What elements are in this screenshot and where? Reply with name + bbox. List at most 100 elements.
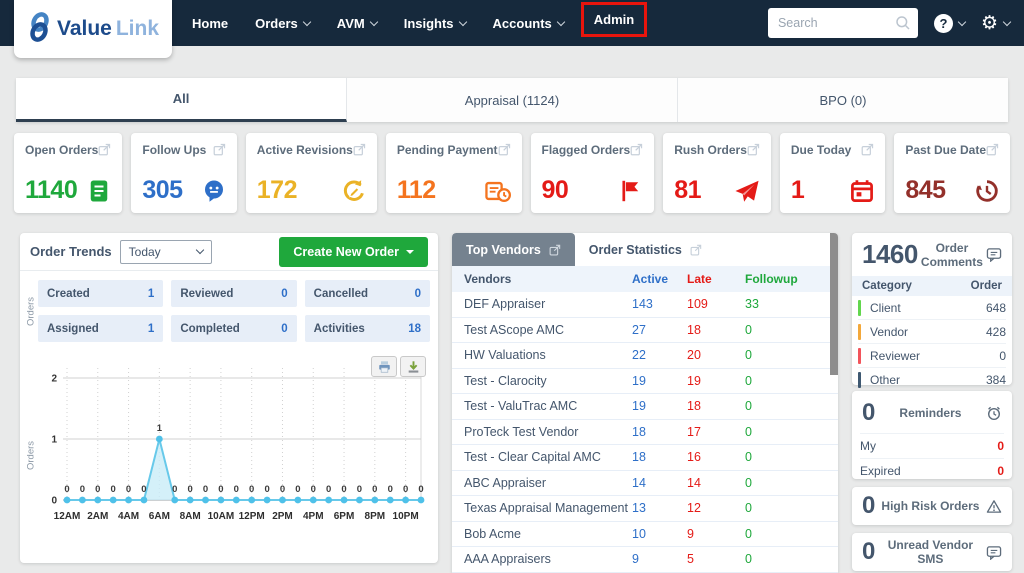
- stat-card[interactable]: Pending Payment 112: [385, 133, 522, 213]
- trend-pill-value: 0: [281, 287, 288, 300]
- vendor-late-cell: 17: [687, 424, 701, 439]
- vendor-row[interactable]: Test - ValuTrac AMC 19 18 0: [452, 394, 838, 420]
- x-tick-label: 10AM: [208, 511, 235, 522]
- nav-item-accounts[interactable]: Accounts: [493, 16, 566, 31]
- help-menu[interactable]: ?: [933, 13, 967, 33]
- stat-card-value: 305: [142, 176, 183, 204]
- period-select[interactable]: Today: [119, 239, 212, 264]
- valuelink-logo[interactable]: Value Link: [14, 0, 172, 58]
- stat-card[interactable]: Rush Orders 81: [663, 133, 771, 213]
- vendor-row[interactable]: Test AScope AMC 27 18 0: [452, 318, 838, 343]
- vendor-row[interactable]: ABC Appraiser 14 14 0: [452, 471, 838, 496]
- col-vendors: Vendors: [464, 272, 512, 286]
- tab-all[interactable]: All: [16, 78, 347, 122]
- search-box: [767, 8, 918, 38]
- vendor-row[interactable]: Test - Clarocity 19 19 0: [452, 369, 838, 394]
- vendor-late-cell: 19: [687, 373, 701, 388]
- external-link-icon[interactable]: [353, 143, 366, 161]
- data-point: [340, 496, 348, 504]
- trend-pill-label: Created: [47, 287, 90, 300]
- vendor-row[interactable]: HW Valuations 22 20 0: [452, 343, 838, 369]
- trend-pill: Completed 0: [171, 315, 297, 342]
- tab-top-vendors[interactable]: Top Vendors: [452, 233, 575, 266]
- stat-card-value: 1140: [25, 176, 78, 204]
- vendor-active-cell: 14: [632, 475, 646, 490]
- settings-menu[interactable]: ⚙: [980, 11, 1012, 34]
- vendor-active-cell: 19: [632, 399, 646, 414]
- comment-category-row: Reviewer 0: [858, 344, 1006, 368]
- data-point-label: 0: [295, 484, 300, 495]
- external-link-icon[interactable]: [98, 143, 111, 161]
- vendor-row[interactable]: DEF Appraiser 143 109 33: [452, 292, 838, 318]
- chart-y-axis-label: Orders: [25, 440, 37, 470]
- vendor-followup-cell: 0: [745, 475, 752, 490]
- vendor-row[interactable]: Texas Appraisal Management 13 12 0: [452, 496, 838, 522]
- search-icon[interactable]: [895, 15, 911, 36]
- stat-card[interactable]: Flagged Orders 90: [530, 133, 655, 213]
- trend-pill-value: 1: [147, 322, 155, 335]
- reminders-expired-row: Expired 0: [860, 458, 1004, 483]
- nav-item-home[interactable]: Home: [192, 16, 228, 31]
- chevron-down-icon: [458, 17, 467, 26]
- data-point-label: 0: [326, 484, 331, 495]
- download-chart-button[interactable]: [400, 356, 426, 377]
- data-point-label: 0: [280, 484, 285, 495]
- vendor-row[interactable]: AAA Appraisers 9 5 0: [452, 547, 838, 573]
- vendor-row[interactable]: ProTeck Test Vendor 18 17 0: [452, 420, 838, 445]
- vendor-name-cell: Bob Acme: [464, 526, 521, 541]
- unread-vendor-sms-widget[interactable]: 0 Unread Vendor SMS: [852, 533, 1012, 571]
- tab-appraisal[interactable]: Appraisal (1124): [347, 78, 678, 122]
- vendor-active-cell: 18: [632, 424, 646, 439]
- stat-card[interactable]: Past Due Date 845: [894, 133, 1011, 213]
- vendor-name-cell: ABC Appraiser: [464, 475, 546, 490]
- high-risk-orders-widget[interactable]: 0 High Risk Orders: [852, 487, 1012, 525]
- stat-card-title: Follow Ups: [142, 143, 207, 157]
- trend-pill-label: Reviewed: [180, 287, 234, 300]
- stat-card[interactable]: Follow Ups 305: [131, 133, 237, 213]
- print-chart-button[interactable]: [371, 356, 397, 377]
- data-point: [325, 496, 333, 504]
- external-link-icon[interactable]: [630, 143, 643, 161]
- external-link-icon[interactable]: [747, 143, 760, 161]
- data-point-label: 0: [203, 484, 208, 495]
- create-new-order-button[interactable]: Create New Order: [279, 236, 428, 267]
- nav-item-avm[interactable]: AVM: [337, 16, 378, 31]
- nav-item-admin[interactable]: Admin: [580, 2, 648, 37]
- vendor-active-cell: 18: [632, 450, 646, 465]
- category-value: 428: [985, 324, 1006, 339]
- vendor-row[interactable]: Bob Acme 10 9 0: [452, 522, 838, 547]
- vendors-scrollbar[interactable]: [830, 233, 838, 375]
- data-point-label: 0: [249, 484, 254, 495]
- stat-card[interactable]: Due Today 1: [779, 133, 886, 213]
- nav-item-orders[interactable]: Orders: [255, 16, 312, 31]
- data-point-label: 0: [311, 484, 316, 495]
- main-nav: Home Orders AVM Insights Accounts Admin: [192, 2, 648, 37]
- category-color-bar: [858, 299, 861, 316]
- data-point-label: 0: [172, 484, 177, 495]
- vendor-row[interactable]: Test - Clear Capital AMC 18 16 0: [452, 445, 838, 471]
- external-link-icon[interactable]: [861, 143, 874, 161]
- x-tick-label: 2AM: [87, 511, 108, 522]
- tab-order-statistics[interactable]: Order Statistics: [575, 233, 716, 266]
- vendor-name-cell: HW Valuations: [464, 348, 546, 363]
- stat-card[interactable]: Open Orders 1140: [14, 133, 123, 213]
- trend-pill: Created 1: [38, 280, 164, 307]
- vendor-active-cell: 10: [632, 526, 646, 541]
- order-type-tabs: All Appraisal (1124) BPO (0): [16, 78, 1008, 122]
- vendor-followup-cell: 0: [745, 322, 752, 337]
- nav-item-insights[interactable]: Insights: [404, 16, 467, 31]
- external-link-icon[interactable]: [986, 143, 999, 161]
- trend-area-chart: 0120 0 0 0 0 010 0 0 0 0 0 0 0 0 0 0 0 0 0 0 0 012AM 2AM 4AM 6AM…: [51, 368, 425, 522]
- external-link-icon[interactable]: [498, 143, 511, 161]
- external-link-icon[interactable]: [213, 143, 226, 161]
- x-tick-label: 12AM: [54, 511, 81, 522]
- comment-icon: [986, 247, 1002, 262]
- stat-card[interactable]: Active Revisions 172: [245, 133, 377, 213]
- data-point-label: 0: [264, 484, 269, 495]
- col-order: Order: [970, 280, 1002, 292]
- vendor-late-cell: 109: [687, 297, 708, 312]
- gear-icon: ⚙: [980, 11, 998, 34]
- col-category: Category: [862, 280, 912, 292]
- tab-bpo[interactable]: BPO (0): [678, 78, 1008, 122]
- data-point-label: 0: [80, 484, 85, 495]
